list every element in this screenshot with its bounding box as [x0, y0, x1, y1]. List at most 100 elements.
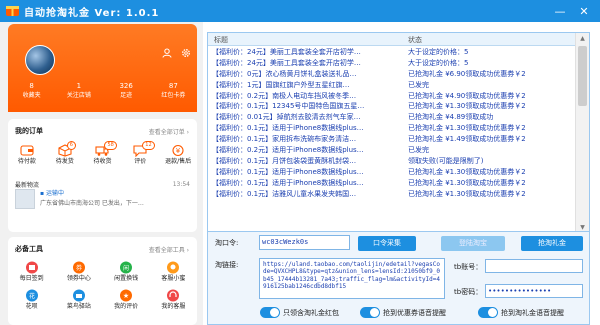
tool-label: 我的评价 — [114, 303, 139, 310]
gear-icon[interactable] — [181, 48, 191, 58]
message-status: 已抢淘礼金 ¥1.49领取成功优惠券￥2 — [408, 135, 526, 144]
window-title: 自动抢淘礼金 Ver: 1.0.1 — [24, 8, 160, 19]
column-status[interactable]: 状态 — [408, 35, 422, 45]
stat-footprint[interactable]: 326 足迹 — [103, 82, 150, 100]
minimize-button[interactable]: — — [548, 2, 572, 20]
message-title: 【福利价：0.1元】洁雅风儿童水果发夹韩国… — [212, 189, 357, 198]
message-title: 【福利价：24元】美丽工具套装全套开店初学… — [212, 48, 361, 56]
message-row[interactable]: 【福利价：0.2元】适用于iPhone8数据线plus… 已发完 — [208, 145, 576, 156]
message-row[interactable]: 【福利价：24元】美丽工具套装全套开店初学… 大于设定的价格：5 — [208, 58, 576, 69]
message-row[interactable]: 【福利价：0.2元】南极人电动车挡风被冬季… 已抢淘礼金 ¥4.90领取成功优惠券… — [208, 91, 576, 102]
message-status: 已抢淘礼金 ¥6.90领取成功优惠券￥2 — [408, 69, 526, 78]
star-icon: ★ — [120, 289, 133, 302]
tool-my-reviews[interactable]: ★ 我的评价 — [103, 289, 150, 311]
stat-label: 关注店铺 — [66, 92, 91, 99]
stat-coupons[interactable]: 87 红包卡券 — [150, 82, 197, 100]
user-icon[interactable] — [162, 48, 172, 58]
message-row[interactable]: 【福利价：0.1元】12345号中国特色国旗五星… 已抢淘礼金 ¥1.30领取成功… — [208, 101, 576, 112]
svg-text:¥: ¥ — [176, 147, 181, 155]
message-row[interactable]: 【福利价：0.1元】适用于iPhone8数据线plus… 已抢淘礼金 ¥1.30领… — [208, 178, 576, 189]
order-badge: 58 — [104, 141, 117, 150]
order-pending-payment[interactable]: 待付款 — [8, 144, 46, 167]
message-title: 【福利价：0.2元】南极人电动车挡风被冬季… — [212, 91, 357, 100]
message-title: 【福利价：0.1元】适用于iPhone8数据线plus… — [212, 167, 364, 176]
message-status: 已抢淘礼金 ¥1.30领取成功优惠券￥2 — [408, 178, 526, 187]
tool-my-service[interactable]: 我的客服 — [150, 289, 197, 311]
tool-huabei[interactable]: 花花呗 — [8, 289, 55, 311]
tool-customer-service[interactable]: 客服小蜜 — [150, 261, 197, 283]
stat-label: 足迹 — [120, 92, 133, 99]
order-review[interactable]: 12 评价 — [121, 141, 159, 167]
tool-cainiao-station[interactable]: 菜鸟驿站 — [55, 289, 102, 311]
toggle-switch[interactable] — [260, 307, 280, 318]
password-input[interactable]: ••••••••••••••• — [485, 284, 583, 298]
view-all-tools-link[interactable]: 查看全部工具 › — [149, 245, 189, 254]
stat-favorites[interactable]: 8 收藏夹 — [8, 82, 55, 100]
recycle-icon: 闲 — [120, 261, 133, 274]
message-status: 已抢淘礼金 ¥4.89领取成功 — [408, 113, 494, 122]
password-label: tb密码： — [454, 288, 483, 296]
message-list[interactable]: 标题 状态 【福利价：24元】美丽工具套装全套开店初学… 大于设定的价格：5 【福利… — [207, 32, 590, 235]
control-panel: 标题 状态 【福利价：24元】美丽工具套装全套开店初学… 大于设定的价格：5 【福利… — [203, 22, 600, 325]
toggle-only-lijin[interactable]: 只领含淘礼金红包 — [260, 307, 339, 318]
message-row[interactable]: 【福利价：0元】浓心杨黄月饼礼盒装送礼品… 已抢淘礼金 ¥6.90领取成功优惠券￥… — [208, 69, 576, 80]
order-refund[interactable]: ¥ 退款/售后 — [159, 144, 197, 167]
message-title: 【福利价：0.1元】家用拆布洗碗布家务清洁… — [212, 135, 357, 144]
message-rows: 【福利价：24元】美丽工具套装全套开店初学… 大于设定的价格：5 【福利价：24元】… — [208, 47, 576, 199]
column-title[interactable]: 标题 — [214, 35, 228, 45]
logistics-title: 最新物流 — [15, 182, 40, 189]
toggle-switch[interactable] — [360, 307, 380, 318]
order-label: 退款/售后 — [165, 158, 192, 165]
grab-lijin-button[interactable]: 抢淘礼金 — [521, 236, 583, 251]
avatar[interactable] — [25, 45, 55, 75]
message-row[interactable]: 【福利价：0.1元】适用于iPhone8数据线plus… 已抢淘礼金 ¥1.30领… — [208, 167, 576, 178]
message-row[interactable]: 【福利价：0.1元】洁雅风儿童水果发夹韩国… 已抢淘礼金 ¥1.30领取成功优惠券… — [208, 189, 576, 200]
collect-taokou-button[interactable]: 口令采集 — [358, 236, 416, 251]
message-row[interactable]: 【福利价：1元】国旗红旗户外型五星红旗… 已发完 — [208, 80, 576, 91]
link-textarea[interactable]: https://uland.taobao.com/taolijin/edetai… — [259, 258, 445, 299]
stat-followed-shops[interactable]: 1 关注店铺 — [55, 82, 102, 100]
tool-label: 菜鸟驿站 — [66, 303, 91, 310]
message-row[interactable]: 【福利价：0.01元】掉航剂去胶清去剂气车家… 已抢淘礼金 ¥4.89领取成功 — [208, 112, 576, 123]
toggle-lijin-voice[interactable]: 抢到淘礼金语音提醒 — [478, 307, 564, 318]
logistics-time: 13:54 — [172, 181, 190, 188]
taokou-input[interactable]: wc03cWezk0s — [259, 235, 350, 250]
profile-stats: 8 收藏夹 1 关注店铺 326 足迹 87 红包卡券 — [8, 82, 197, 100]
scrollbar-thumb[interactable] — [578, 46, 587, 106]
account-input[interactable] — [485, 259, 583, 273]
message-title: 【福利价：0元】浓心杨黄月饼礼盒装送礼品… — [212, 69, 357, 78]
refund-icon: ¥ — [172, 144, 184, 157]
service-icon — [167, 261, 180, 274]
order-pending-receipt[interactable]: 58 待收货 — [84, 141, 122, 167]
tools-card: 必备工具 查看全部工具 › 每日签到 券领券中心 闲闲置换钱 客服小蜜 花花呗 … — [8, 237, 197, 325]
message-title: 【福利价：0.1元】适用于iPhone8数据线plus… — [212, 178, 364, 187]
order-pending-shipment[interactable]: 6 待发货 — [46, 141, 84, 167]
toggle-coupon-voice[interactable]: 抢到优惠券语音提醒 — [360, 307, 446, 318]
order-label: 评价 — [134, 158, 147, 165]
latest-logistics[interactable]: 最新物流 13:54 ▪ 运输中 广东省佛山市南海公司 已发出，下一… — [15, 179, 190, 212]
scroll-up-icon[interactable]: ▲ — [576, 33, 589, 45]
profile-header: 8 收藏夹 1 关注店铺 326 足迹 87 红包卡券 — [8, 24, 197, 112]
login-taobao-button[interactable]: 登陆淘宝 — [441, 236, 505, 251]
stat-label: 收藏夹 — [22, 92, 41, 99]
tool-daily-checkin[interactable]: 每日签到 — [8, 261, 55, 283]
tool-idle-exchange[interactable]: 闲闲置换钱 — [103, 261, 150, 283]
message-row[interactable]: 【福利价：0.1元】月饼包装袋蛋黄酥机封袋… 领取失败(可能是限制了) — [208, 156, 576, 167]
message-row[interactable]: 【福利价：0.1元】适用于iPhone8数据线plus… 已抢淘礼金 ¥1.30领… — [208, 123, 576, 134]
toggle-switch[interactable] — [478, 307, 498, 318]
view-all-orders-link[interactable]: 查看全部订单 › — [149, 127, 189, 136]
message-title: 【福利价：0.2元】适用于iPhone8数据线plus… — [212, 146, 364, 155]
tool-label: 花呗 — [25, 303, 38, 310]
message-status: 大于设定的价格：5 — [408, 58, 469, 67]
message-status: 已抢淘礼金 ¥1.30领取成功优惠券￥2 — [408, 102, 526, 111]
message-row[interactable]: 【福利价：0.1元】家用拆布洗碗布家务清洁… 已抢淘礼金 ¥1.49领取成功优惠券… — [208, 134, 576, 145]
title-bar[interactable]: 自动抢淘礼金 Ver: 1.0.1 — ✕ — [0, 0, 600, 22]
stat-number: 1 — [76, 82, 82, 90]
tool-coupon-center[interactable]: 券领券中心 — [55, 261, 102, 283]
message-title: 【福利价：1元】国旗红旗户外型五星红旗… — [212, 80, 350, 89]
calendar-icon — [25, 261, 38, 274]
close-button[interactable]: ✕ — [572, 2, 596, 20]
message-row[interactable]: 【福利价：24元】美丽工具套装全套开店初学… 大于设定的价格：5 — [208, 47, 576, 58]
vertical-scrollbar[interactable]: ▲ ▼ — [575, 33, 589, 234]
svg-text:花: 花 — [29, 292, 35, 300]
